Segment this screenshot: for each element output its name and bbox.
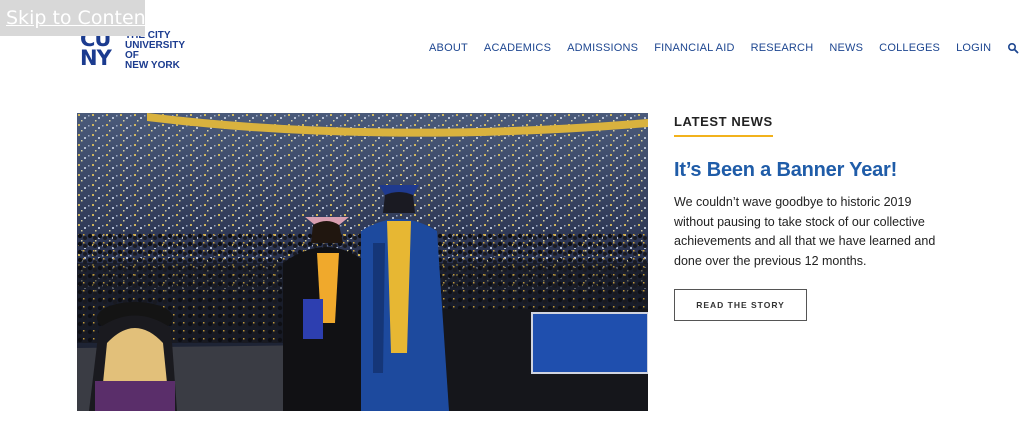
nav-login[interactable]: LOGIN (956, 42, 991, 54)
nav-news[interactable]: NEWS (829, 42, 863, 54)
latest-news-panel: LATEST NEWS It’s Been a Banner Year! We … (674, 113, 974, 321)
search-icon[interactable] (1007, 42, 1019, 54)
news-summary: We couldn’t wave goodbye to historic 201… (674, 195, 936, 268)
skip-to-content-link[interactable]: Skip to Content (0, 0, 153, 36)
nav-about[interactable]: ABOUT (429, 42, 468, 54)
latest-news-label: LATEST NEWS (674, 114, 773, 137)
nav-academics[interactable]: ACADEMICS (484, 42, 551, 54)
nav-research[interactable]: RESEARCH (751, 42, 814, 54)
hero-image-commencement (77, 113, 648, 411)
logo-mark-bottom: NY (80, 46, 112, 70)
news-headline[interactable]: It’s Been a Banner Year! (674, 159, 974, 182)
main-nav: ABOUT ACADEMICS ADMISSIONS FINANCIAL AID… (429, 42, 1019, 54)
nav-admissions[interactable]: ADMISSIONS (567, 42, 638, 54)
read-the-story-button[interactable]: READ THE STORY (674, 289, 807, 321)
nav-colleges[interactable]: COLLEGES (879, 42, 940, 54)
logo-wordmark: THE CITY UNIVERSITY OF NEW YORK (125, 31, 185, 71)
nav-financial-aid[interactable]: FINANCIAL AID (654, 42, 734, 54)
logo-mark: CU NY (80, 29, 123, 72)
logo-line: NEW YORK (125, 60, 180, 71)
